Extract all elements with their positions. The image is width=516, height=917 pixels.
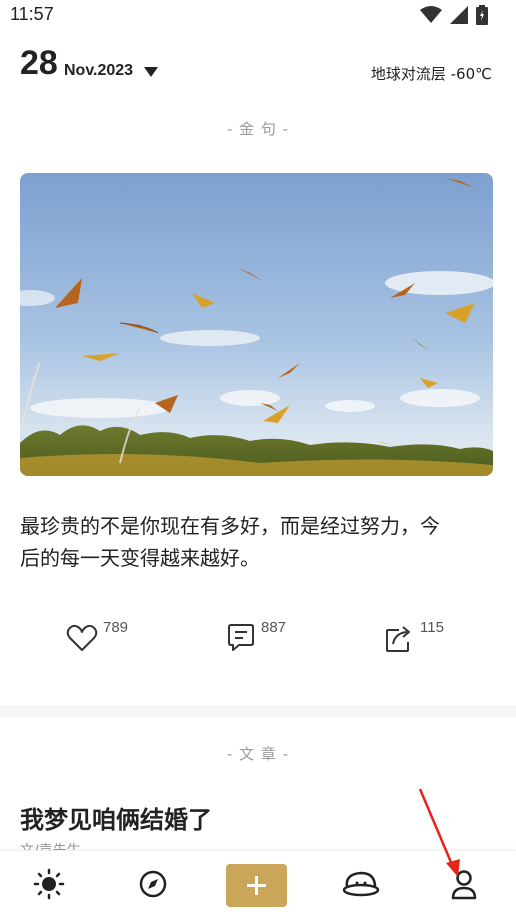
quote-section-label: - 金 句 - (226, 120, 290, 138)
comment-icon (228, 624, 254, 651)
status-icons (420, 5, 488, 25)
status-time: 11:57 (10, 4, 54, 24)
quote-text-line1: 最珍贵的不是你现在有多好，而是经过努力，今 (20, 514, 440, 538)
like-button[interactable]: 789 (66, 618, 146, 658)
chevron-down-icon[interactable] (143, 66, 159, 78)
article-title[interactable]: 我梦见咱俩结婚了 (20, 800, 212, 835)
nav-home[interactable] (31, 864, 71, 904)
quote-image[interactable] (20, 173, 493, 476)
nav-discover[interactable] (137, 864, 177, 904)
autumn-leaves-image (20, 173, 493, 476)
wifi-icon (420, 6, 442, 23)
quote-text-line2: 后的每一天变得越来越好。 (20, 546, 260, 570)
comment-button[interactable]: 887 (227, 618, 307, 658)
add-button[interactable] (226, 864, 287, 907)
comment-count: 887 (261, 619, 287, 636)
date-day: 28 (20, 44, 58, 82)
compass-icon (139, 870, 167, 898)
planet-icon (342, 871, 380, 897)
battery-icon (476, 5, 488, 25)
date-month[interactable]: Nov.2023 (64, 62, 133, 80)
add-icon (247, 876, 266, 895)
share-count: 115 (420, 619, 444, 636)
sun-icon (33, 868, 65, 900)
weather-text: 地球对流层 -60℃ (370, 65, 492, 83)
signal-icon (450, 6, 468, 24)
article-section-label: - 文 章 - (226, 745, 290, 763)
nav-planet[interactable] (341, 864, 381, 904)
status-bar: 11:57 (0, 0, 516, 30)
section-divider (0, 705, 516, 717)
like-count: 789 (103, 619, 129, 636)
heart-icon (66, 624, 98, 651)
share-button[interactable]: 115 (385, 618, 465, 658)
red-arrow-annotation (418, 788, 460, 877)
quote-text: 最珍贵的不是你现在有多好，而是经过努力，今 后的每一天变得越来越好。 (20, 510, 496, 574)
share-icon (386, 626, 410, 652)
